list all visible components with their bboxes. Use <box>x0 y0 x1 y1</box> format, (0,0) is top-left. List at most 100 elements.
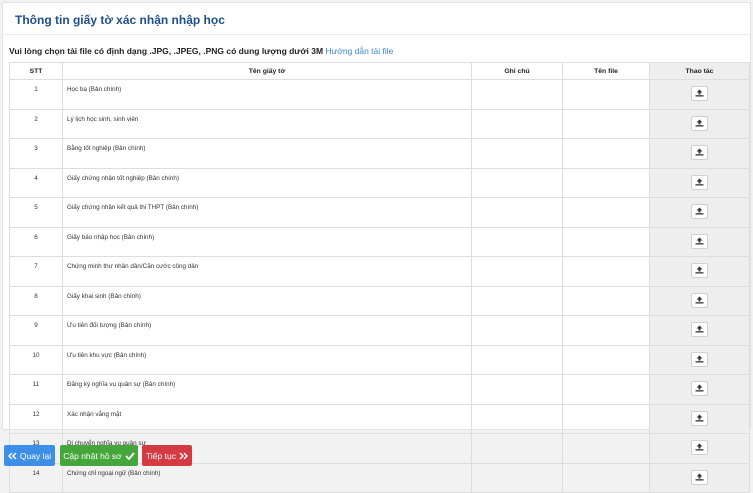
table-row: 6 Giấy báo nhập học (Bản chính) <box>9 226 750 257</box>
row-stt: 6 <box>9 226 63 257</box>
row-stt: 14 <box>9 462 63 493</box>
row-actions <box>649 374 750 405</box>
row-note <box>471 197 563 228</box>
back-label: Quay lại <box>19 450 52 461</box>
table-row: 7 Chứng minh thư nhân dân/Căn cước công d… <box>9 256 750 287</box>
row-stt: 3 <box>9 138 63 169</box>
row-stt: 4 <box>9 167 63 198</box>
next-button[interactable]: Tiếp tục <box>142 445 192 466</box>
table-row: 12 Xác nhận vắng mặt <box>9 403 750 434</box>
header-note: Ghi chú <box>471 62 563 80</box>
row-file-name <box>562 79 650 110</box>
upload-icon <box>695 237 704 244</box>
row-note <box>471 374 563 405</box>
row-actions <box>649 79 750 110</box>
double-chevron-right-icon <box>179 452 188 459</box>
row-actions <box>649 138 750 169</box>
row-stt: 7 <box>9 256 63 287</box>
row-stt: 12 <box>9 403 63 434</box>
upload-button[interactable] <box>691 86 708 101</box>
back-button[interactable]: Quay lại <box>4 445 55 466</box>
row-file-name <box>562 226 650 257</box>
row-note <box>471 462 563 493</box>
row-note <box>471 226 563 257</box>
update-label: Cập nhật hồ sơ <box>63 450 122 461</box>
row-actions <box>649 256 750 287</box>
table-row: 14 Chứng chỉ ngoại ngữ (Bản chính) <box>9 462 750 493</box>
row-document-name: Đăng ký nghĩa vụ quân sự (Bản chính) <box>62 374 472 405</box>
table-row: 3 Bằng tốt nghiệp (Bản chính) <box>9 138 750 169</box>
upload-button[interactable] <box>691 351 708 367</box>
upload-button[interactable] <box>691 204 708 219</box>
row-file-name <box>562 138 650 169</box>
row-file-name <box>562 197 650 228</box>
row-file-name <box>562 256 650 287</box>
double-chevron-left-icon <box>7 452 17 459</box>
upload-button[interactable] <box>691 263 708 278</box>
row-file-name <box>562 285 650 316</box>
row-document-name: Học bạ (Bản chính) <box>62 79 472 110</box>
panel-title: Thông tin giấy tờ xác nhận nhập học <box>15 13 225 27</box>
row-actions <box>649 462 750 493</box>
row-note <box>471 433 563 464</box>
upload-button[interactable] <box>691 322 708 337</box>
table-body: 1 Học bạ (Bản chính) 2 Lý lịch học sinh, si… <box>9 79 750 493</box>
table-row: 2 Lý lịch học sinh, sinh viên <box>9 108 750 139</box>
row-file-name <box>562 167 650 198</box>
table-row: 10 Ưu tiên khu vực (Bản chính) <box>9 344 750 375</box>
row-stt: 2 <box>9 108 63 139</box>
upload-button[interactable] <box>691 440 708 455</box>
upload-guide-link[interactable]: Hướng dẫn tải file <box>325 46 393 56</box>
upload-button[interactable] <box>691 381 708 396</box>
update-profile-button[interactable]: Cập nhật hồ sơ <box>60 445 138 466</box>
row-actions <box>649 403 750 434</box>
upload-button[interactable] <box>691 292 708 308</box>
row-note <box>471 344 563 375</box>
upload-button[interactable] <box>691 233 708 249</box>
row-document-name: Chứng minh thư nhân dân/Căn cước công dâ… <box>62 256 472 287</box>
row-file-name <box>562 374 650 405</box>
row-note <box>471 315 563 346</box>
upload-icon <box>695 443 704 451</box>
row-document-name: Ưu tiên khu vực (Bản chính) <box>62 344 472 375</box>
row-note <box>471 256 563 287</box>
row-file-name <box>562 403 650 434</box>
row-stt: 11 <box>9 374 63 405</box>
row-document-name: Chứng chỉ ngoại ngữ (Bản chính) <box>62 462 472 493</box>
row-note <box>471 138 563 169</box>
row-actions <box>649 226 750 257</box>
row-file-name <box>562 108 650 139</box>
row-stt: 9 <box>9 315 63 346</box>
upload-icon <box>695 89 704 97</box>
upload-button[interactable] <box>691 410 708 426</box>
documents-table: STT Tên giấy tờ Ghi chú Tên file Thao tá… <box>9 62 750 493</box>
row-document-name: Giấy khai sinh (Bản chính) <box>62 285 472 316</box>
row-stt: 1 <box>9 79 63 110</box>
table-row: 4 Giấy chứng nhận tốt nghiệp (Bản chính) <box>9 167 750 198</box>
upload-icon <box>695 119 704 126</box>
row-note <box>471 79 563 110</box>
next-label: Tiếp tục <box>146 450 176 461</box>
table-row: 9 Ưu tiên đối tượng (Bản chính) <box>9 315 750 346</box>
row-document-name: Giấy chứng nhận kết quả thi THPT (Bản ch… <box>62 197 472 228</box>
upload-button[interactable] <box>691 145 708 160</box>
row-stt: 10 <box>9 344 63 375</box>
row-actions <box>649 197 750 228</box>
panel-divider <box>3 34 750 35</box>
row-document-name: Giấy chứng nhận tốt nghiệp (Bản chính) <box>62 167 472 198</box>
table-row: 5 Giấy chứng nhận kết quả thi THPT (Bản c… <box>9 197 750 228</box>
upload-button[interactable] <box>691 115 708 131</box>
row-note <box>471 285 563 316</box>
row-document-name: Ưu tiên đối tượng (Bản chính) <box>62 315 472 346</box>
row-note <box>471 167 563 198</box>
upload-icon <box>695 178 704 185</box>
row-stt: 5 <box>9 197 63 228</box>
upload-button[interactable] <box>691 174 708 190</box>
upload-button[interactable] <box>691 469 708 485</box>
row-note <box>471 108 563 139</box>
row-actions <box>649 167 750 198</box>
upload-icon <box>695 414 704 421</box>
header-file-name: Tên file <box>562 62 650 80</box>
upload-icon <box>695 473 704 480</box>
upload-icon <box>695 207 704 215</box>
